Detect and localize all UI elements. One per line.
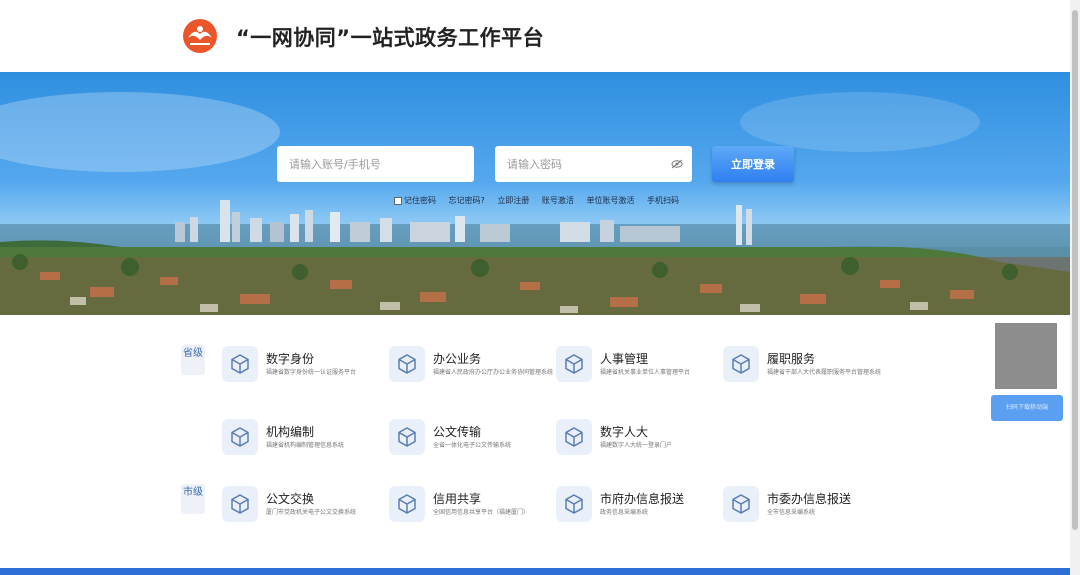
forgot-password-link[interactable]: 忘记密码?: [449, 196, 485, 205]
cube-icon: [556, 486, 592, 522]
scrollbar-thumb[interactable]: [1072, 10, 1078, 530]
service-name: 公文传输: [433, 425, 482, 439]
service-description: 福建省机关事业单位人事管理平台: [600, 369, 691, 376]
service-description: 全省一体化电子公文传输系统: [433, 442, 512, 449]
service-name: 人事管理: [600, 352, 649, 366]
remember-password-label: 记住密码: [404, 196, 436, 205]
service-name: 履职服务: [767, 352, 816, 366]
level-tag-province: 省级: [181, 345, 205, 375]
service-name: 机构编制: [266, 425, 315, 439]
cube-icon: [723, 486, 759, 522]
service-card[interactable]: 办公业务 福建省人民政府办公厅办公业务协同管理系统: [389, 346, 553, 386]
service-card[interactable]: 公文交换 厦门市党政机关电子公文交换系统: [222, 486, 382, 526]
cube-icon: [723, 346, 759, 382]
cube-icon: [556, 419, 592, 455]
service-card[interactable]: 人事管理 福建省机关事业单位人事管理平台: [556, 346, 716, 386]
cube-icon: [389, 346, 425, 382]
service-description: 全国信用信息共享平台（福建厦门）: [433, 509, 530, 516]
checkbox-icon[interactable]: [394, 196, 402, 205]
service-name: 信用共享: [433, 492, 482, 506]
qr-code-icon: [995, 323, 1057, 389]
service-name: 公文交换: [266, 492, 315, 506]
service-card[interactable]: 数字身份 福建省数字身份统一认证服务平台: [222, 346, 382, 386]
qr-panel: 扫码下载移动端: [991, 319, 1063, 425]
service-card[interactable]: 公文传输 全省一体化电子公文传输系统: [389, 419, 549, 459]
service-description: 福建数字人大统一登录门户: [600, 442, 673, 449]
service-description: 全市信息采编系统: [767, 509, 816, 516]
password-input[interactable]: [495, 146, 692, 182]
cube-icon: [389, 419, 425, 455]
cube-icon: [222, 486, 258, 522]
cube-icon: [556, 346, 592, 382]
header: “一网协同”一站式政务工作平台: [0, 0, 1070, 72]
service-name: 市府办信息报送: [600, 492, 685, 506]
cube-icon: [389, 486, 425, 522]
username-input[interactable]: [277, 146, 474, 182]
service-card[interactable]: 机构编制 福建省机构编制管理信息系统: [222, 419, 382, 459]
qr-download-button[interactable]: 扫码下载移动端: [991, 395, 1063, 421]
service-card[interactable]: 市委办信息报送 全市信息采编系统: [723, 486, 883, 526]
banner-image: [0, 72, 1070, 315]
footer-bar: [0, 568, 1070, 575]
scan-login-link[interactable]: 手机扫码: [647, 196, 679, 205]
service-card[interactable]: 履职服务 福建省干部人大代表履职服务平台管理系统: [723, 346, 883, 386]
service-description: 福建省人民政府办公厅办公业务协同管理系统: [433, 369, 554, 376]
service-name: 数字人大: [600, 425, 649, 439]
cube-icon: [222, 419, 258, 455]
service-name: 办公业务: [433, 352, 482, 366]
service-description: 福建省干部人大代表履职服务平台管理系统: [767, 369, 882, 376]
service-card[interactable]: 信用共享 全国信用信息共享平台（福建厦门）: [389, 486, 549, 526]
city-skyline-illustration: [0, 92, 1070, 315]
logo-icon: [183, 19, 217, 53]
service-description: 福建省数字身份统一认证服务平台: [266, 369, 357, 376]
eye-icon[interactable]: [671, 159, 683, 169]
login-links: 记住密码 忘记密码? 立即注册 账号激活 单位账号激活 手机扫码: [394, 195, 689, 206]
activate-unit-account-link[interactable]: 单位账号激活: [586, 196, 634, 205]
service-card[interactable]: 市府办信息报送 政务信息采编系统: [556, 486, 716, 526]
register-link[interactable]: 立即注册: [497, 196, 529, 205]
service-description: 福建省机构编制管理信息系统: [266, 442, 345, 449]
login-button[interactable]: 立即登录: [712, 146, 794, 182]
service-description: 政务信息采编系统: [600, 509, 649, 516]
service-card[interactable]: 数字人大 福建数字人大统一登录门户: [556, 419, 716, 459]
cube-icon: [222, 346, 258, 382]
page-title: “一网协同”一站式政务工作平台: [236, 26, 545, 50]
vertical-scrollbar[interactable]: [1070, 0, 1080, 575]
level-tag-city: 市级: [181, 484, 205, 514]
service-description: 厦门市党政机关电子公文交换系统: [266, 509, 357, 516]
activate-account-link[interactable]: 账号激活: [542, 196, 574, 205]
remember-password-checkbox[interactable]: 记住密码: [394, 196, 436, 205]
service-name: 数字身份: [266, 352, 315, 366]
service-name: 市委办信息报送: [767, 492, 852, 506]
